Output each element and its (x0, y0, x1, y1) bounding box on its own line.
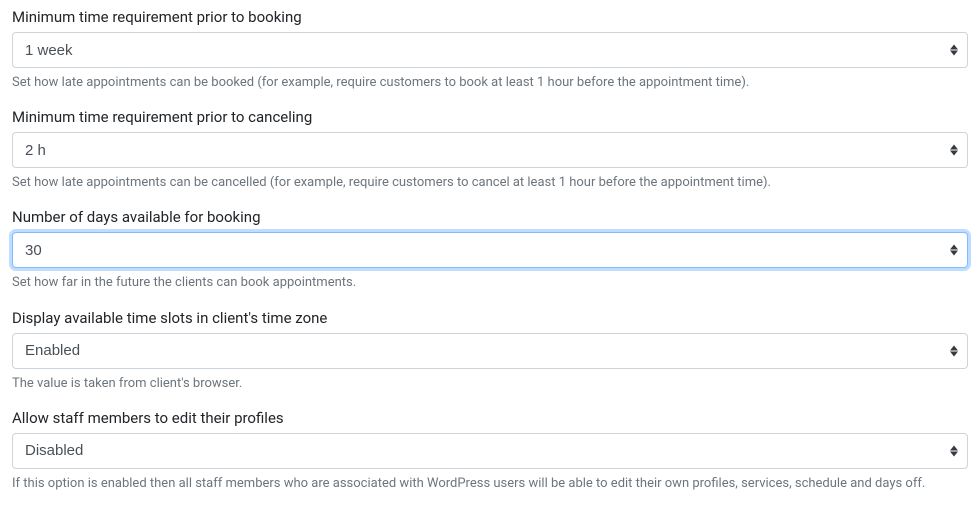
help-days-available: Set how far in the future the clients ca… (12, 274, 968, 292)
select-staff-edit-profiles[interactable]: Disabled (12, 433, 968, 469)
field-client-timezone: Display available time slots in client's… (12, 309, 968, 393)
help-staff-edit-profiles: If this option is enabled then all staff… (12, 475, 968, 493)
label-min-time-booking: Minimum time requirement prior to bookin… (12, 8, 968, 26)
field-min-time-cancel: Minimum time requirement prior to cancel… (12, 108, 968, 192)
select-min-time-booking[interactable]: 1 week (12, 32, 968, 68)
select-min-time-cancel[interactable]: 2 h (12, 132, 968, 168)
select-days-available[interactable]: 30 (12, 232, 968, 268)
label-days-available: Number of days available for booking (12, 208, 968, 226)
select-client-timezone[interactable]: Enabled (12, 333, 968, 369)
help-min-time-cancel: Set how late appointments can be cancell… (12, 174, 968, 192)
settings-form: Minimum time requirement prior to bookin… (0, 0, 980, 513)
select-wrap-min-time-cancel: 2 h (12, 132, 968, 168)
help-client-timezone: The value is taken from client's browser… (12, 375, 968, 393)
label-staff-edit-profiles: Allow staff members to edit their profil… (12, 409, 968, 427)
field-staff-edit-profiles: Allow staff members to edit their profil… (12, 409, 968, 493)
label-min-time-cancel: Minimum time requirement prior to cancel… (12, 108, 968, 126)
label-client-timezone: Display available time slots in client's… (12, 309, 968, 327)
field-days-available: Number of days available for booking 30 … (12, 208, 968, 292)
help-min-time-booking: Set how late appointments can be booked … (12, 74, 968, 92)
field-min-time-booking: Minimum time requirement prior to bookin… (12, 8, 968, 92)
select-wrap-days-available: 30 (12, 232, 968, 268)
select-wrap-min-time-booking: 1 week (12, 32, 968, 68)
select-wrap-client-timezone: Enabled (12, 333, 968, 369)
select-wrap-staff-edit-profiles: Disabled (12, 433, 968, 469)
